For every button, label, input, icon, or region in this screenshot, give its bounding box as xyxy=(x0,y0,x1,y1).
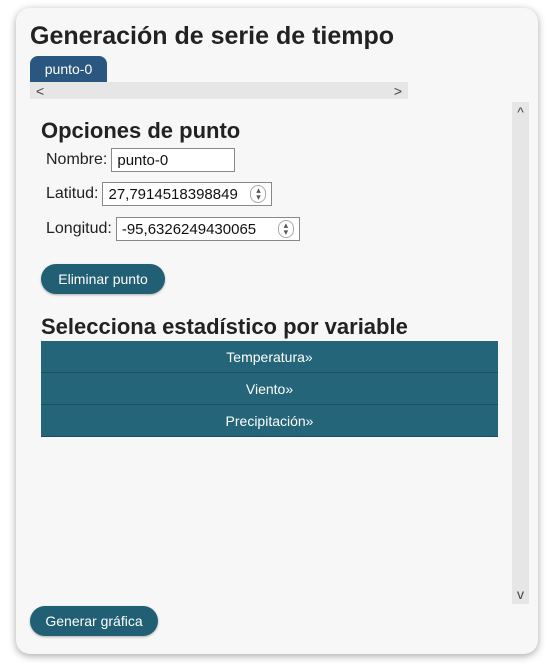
panel-title: Generación de serie de tiempo xyxy=(30,22,395,50)
scroll-up-icon[interactable]: ^ xyxy=(512,104,529,120)
longitude-field[interactable]: -95,6326249430065 ▴ ▾ xyxy=(115,217,300,241)
name-field[interactable]: punto-0 xyxy=(111,148,236,172)
latitude-row: Latitud: 27,7914518398849 ▴ ▾ xyxy=(46,182,273,206)
longitude-row: Longitud: -95,6326249430065 ▴ ▾ xyxy=(46,217,300,241)
longitude-spinner-icon[interactable]: ▴ ▾ xyxy=(277,220,294,238)
accordion-viento[interactable]: Viento» xyxy=(41,373,498,405)
latitude-field[interactable]: 27,7914518398849 ▴ ▾ xyxy=(102,182,273,206)
stats-heading: Selecciona estadístico por variable xyxy=(41,314,408,339)
scroll-left-icon[interactable]: < xyxy=(36,83,44,99)
generate-chart-button[interactable]: Generar gráfica xyxy=(30,606,158,636)
latitude-spinner-icon[interactable]: ▴ ▾ xyxy=(250,185,267,203)
longitude-value: -95,6326249430065 xyxy=(121,220,257,238)
accordion-temperatura[interactable]: Temperatura» xyxy=(41,341,498,373)
name-label: Nombre: xyxy=(46,151,108,168)
accordion-precipitacion[interactable]: Precipitación» xyxy=(41,405,498,437)
scroll-down-icon[interactable]: v xyxy=(512,586,529,602)
delete-point-button[interactable]: Eliminar punto xyxy=(41,264,165,294)
time-series-panel: Generación de serie de tiempo punto-0 < … xyxy=(16,8,538,654)
vertical-scrollbar[interactable]: ^ v xyxy=(512,102,529,604)
tab-punto-0[interactable]: punto-0 xyxy=(30,56,107,82)
point-options-heading: Opciones de punto xyxy=(41,118,241,143)
scroll-right-icon[interactable]: > xyxy=(394,83,402,99)
longitude-label: Longitud: xyxy=(46,220,112,237)
latitude-value: 27,7914518398849 xyxy=(108,185,238,203)
horizontal-scrollbar[interactable]: < > xyxy=(30,82,408,99)
latitude-label: Latitud: xyxy=(46,185,99,202)
name-row: Nombre: punto-0 xyxy=(46,148,236,172)
